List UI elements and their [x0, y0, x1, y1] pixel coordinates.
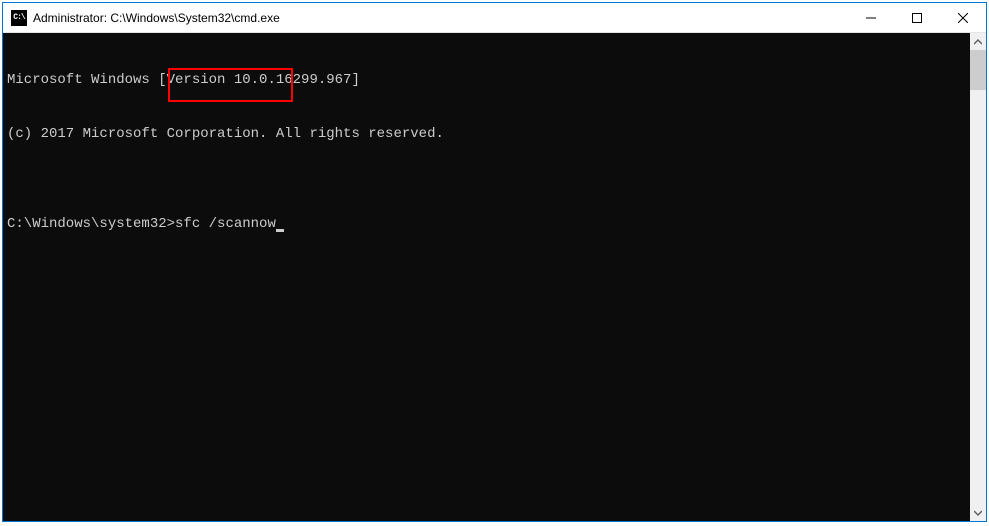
- chevron-down-icon: [974, 509, 982, 517]
- titlebar[interactable]: C:\ Administrator: C:\Windows\System32\c…: [3, 3, 986, 33]
- prompt-text: C:\Windows\system32>: [7, 216, 175, 232]
- chevron-up-icon: [974, 38, 982, 46]
- scroll-track[interactable]: [970, 50, 986, 504]
- scroll-down-button[interactable]: [970, 504, 986, 521]
- close-icon: [958, 13, 968, 23]
- terminal-output[interactable]: Microsoft Windows [Version 10.0.16299.96…: [3, 33, 970, 521]
- scroll-thumb[interactable]: [970, 50, 986, 90]
- terminal-container: Microsoft Windows [Version 10.0.16299.96…: [3, 33, 986, 521]
- cursor: [276, 229, 284, 232]
- maximize-icon: [912, 13, 922, 23]
- prompt-line: C:\Windows\system32>sfc /scannow: [7, 215, 966, 233]
- copyright-line: (c) 2017 Microsoft Corporation. All righ…: [7, 125, 966, 143]
- maximize-button[interactable]: [894, 3, 940, 32]
- vertical-scrollbar[interactable]: [970, 33, 986, 521]
- cmd-window: C:\ Administrator: C:\Windows\System32\c…: [2, 2, 987, 522]
- close-button[interactable]: [940, 3, 986, 32]
- minimize-icon: [866, 13, 876, 23]
- window-controls: [848, 3, 986, 32]
- version-line: Microsoft Windows [Version 10.0.16299.96…: [7, 71, 966, 89]
- scroll-up-button[interactable]: [970, 33, 986, 50]
- command-text: sfc /scannow: [175, 216, 276, 232]
- window-title: Administrator: C:\Windows\System32\cmd.e…: [33, 11, 848, 25]
- cmd-icon: C:\: [11, 10, 27, 26]
- minimize-button[interactable]: [848, 3, 894, 32]
